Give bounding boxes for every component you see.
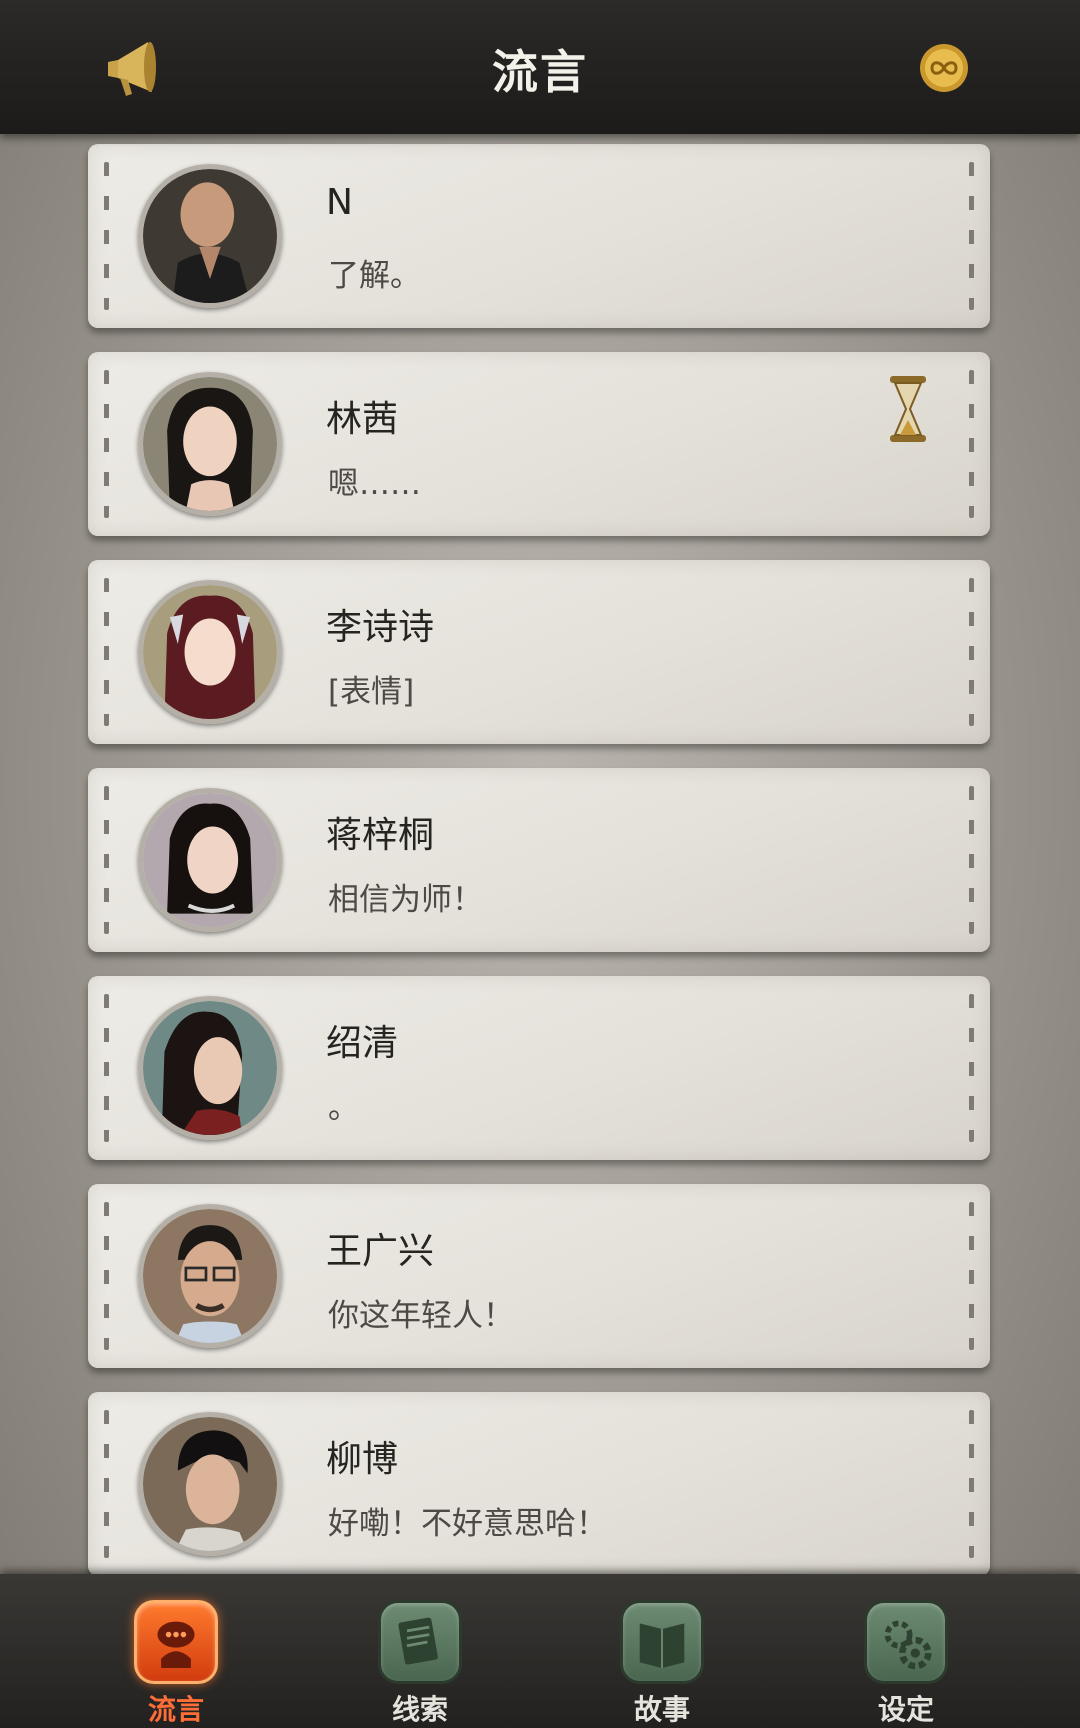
conversation-list: N 了解。 林茜 嗯…… 李诗诗 [表情] 蒋梓桐 相信为师！ 绍清 。 王广兴… xyxy=(0,134,1080,1576)
contact-name: 王广兴 xyxy=(326,1231,435,1272)
contact-name: N xyxy=(326,182,353,223)
last-message: 好嘞！不好意思哈！ xyxy=(328,1506,607,1542)
avatar xyxy=(138,372,282,516)
settings-gear-icon xyxy=(864,1600,948,1684)
tab-label: 设定 xyxy=(877,1693,934,1726)
bottom-nav: 流言 线索 故事 设定 xyxy=(0,1574,1080,1728)
tab-settings[interactable]: 设定 xyxy=(846,1600,966,1726)
app-screen: 流言 N 了解。 林茜 嗯…… 李诗诗 [表情] 蒋梓桐 相信为师！ 绍清 。 … xyxy=(0,0,1080,1728)
contact-name: 林茜 xyxy=(326,399,399,440)
contact-name: 李诗诗 xyxy=(326,607,435,648)
conversation-item[interactable]: 林茜 嗯…… xyxy=(88,352,990,536)
contact-name: 柳博 xyxy=(326,1439,399,1480)
last-message: [表情] xyxy=(328,674,415,710)
conversation-item[interactable]: 蒋梓桐 相信为师！ xyxy=(88,768,990,952)
avatar xyxy=(138,1204,282,1348)
avatar xyxy=(138,788,282,932)
hourglass-icon xyxy=(890,376,926,442)
avatar xyxy=(138,164,282,308)
tab-rumors[interactable]: 流言 xyxy=(116,1600,236,1726)
last-message: 了解。 xyxy=(328,258,421,294)
avatar xyxy=(138,1412,282,1556)
avatar xyxy=(138,580,282,724)
conversation-item[interactable]: 柳博 好嘞！不好意思哈！ xyxy=(88,1392,990,1576)
conversation-item[interactable]: 绍清 。 xyxy=(88,976,990,1160)
last-message: 相信为师！ xyxy=(328,882,483,918)
last-message: 嗯…… xyxy=(328,466,421,502)
conversation-item[interactable]: 李诗诗 [表情] xyxy=(88,560,990,744)
conversation-item[interactable]: N 了解。 xyxy=(88,144,990,328)
tab-label: 线索 xyxy=(391,1693,448,1726)
clue-notes-icon xyxy=(378,1600,462,1684)
contact-name: 蒋梓桐 xyxy=(326,815,435,856)
coin-icon[interactable] xyxy=(918,42,970,94)
avatar xyxy=(138,996,282,1140)
contact-name: 绍清 xyxy=(326,1023,399,1064)
last-message: 你这年轻人！ xyxy=(328,1298,514,1334)
story-book-icon xyxy=(620,1600,704,1684)
tab-label: 流言 xyxy=(147,1693,204,1726)
tab-clues[interactable]: 线索 xyxy=(360,1600,480,1726)
header-bar: 流言 xyxy=(0,0,1080,134)
tab-label: 故事 xyxy=(633,1693,690,1726)
tab-stories[interactable]: 故事 xyxy=(602,1600,722,1726)
rumor-chat-icon xyxy=(134,1600,218,1684)
conversation-item[interactable]: 王广兴 你这年轻人！ xyxy=(88,1184,990,1368)
last-message: 。 xyxy=(328,1090,359,1126)
